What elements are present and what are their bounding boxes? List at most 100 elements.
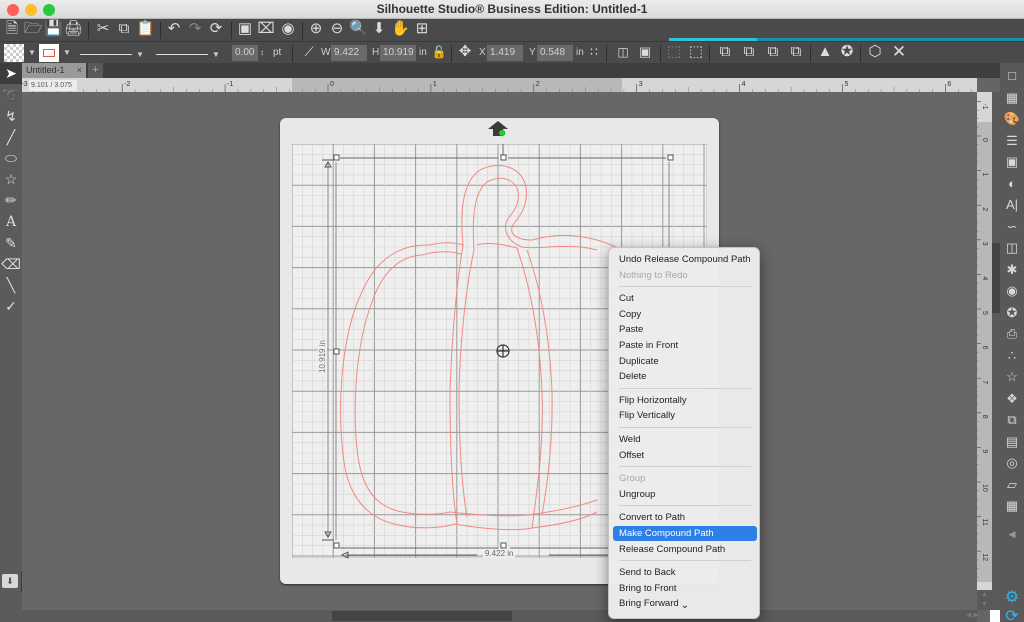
menu-item-bring-to-front[interactable]: Bring to Front <box>613 581 757 596</box>
offset-star-icon[interactable]: ✪ <box>838 42 856 62</box>
center-to-page-icon[interactable]: ▣ <box>636 42 654 62</box>
menu-item-paste-in-front[interactable]: Paste in Front <box>613 338 757 353</box>
modify-icon[interactable]: ◉ <box>1002 280 1022 302</box>
save-icon[interactable]: 💾 <box>44 19 63 39</box>
grid-panel-icon[interactable]: ◎ <box>1002 452 1022 474</box>
width-field[interactable]: 9.422 <box>331 45 367 61</box>
zoom-out-icon[interactable]: ⊖ <box>328 19 346 39</box>
ungroup-icon[interactable]: ⬚ <box>687 42 705 62</box>
ruler-scroll-arrows[interactable]: ▲ ▼ <box>977 590 992 610</box>
replicate-icon[interactable]: ✱ <box>1002 259 1022 281</box>
send-backward-icon[interactable]: ⧉ <box>787 42 805 62</box>
line-size-icon[interactable]: ⟋ <box>300 42 318 62</box>
horizontal-scroll-arrows[interactable]: ◀ ▶ <box>966 610 988 622</box>
align-icon[interactable]: ◫ <box>1002 237 1022 259</box>
vertical-scrollbar[interactable] <box>992 92 1000 610</box>
add-tab-button[interactable]: + <box>88 63 103 78</box>
menu-item-weld[interactable]: Weld <box>613 432 757 447</box>
nesting-icon[interactable]: ▱ <box>1002 474 1022 496</box>
cutter-tool-icon[interactable]: ╲ <box>0 275 22 296</box>
chevron-down-icon[interactable]: ▼ <box>28 44 36 62</box>
menu-item-make-compound-path[interactable]: Make Compound Path <box>613 526 757 541</box>
delete-x-icon[interactable]: ✕ <box>890 42 908 62</box>
align-icon[interactable]: ◫ <box>614 42 632 62</box>
select-arrow-icon[interactable]: ➤ <box>0 63 22 84</box>
bring-forward-icon[interactable]: ⧉ <box>764 42 782 62</box>
ellipse-icon[interactable]: ⬭ <box>0 148 22 169</box>
pan-hand-icon[interactable]: ✋ <box>391 19 410 39</box>
menu-item-ungroup[interactable]: Ungroup <box>613 487 757 502</box>
shadow-icon[interactable]: ▣ <box>1002 151 1022 173</box>
menu-scroll-down-icon[interactable]: ⌄ <box>609 600 759 611</box>
puzzle-icon[interactable]: ❖ <box>1002 388 1022 410</box>
menu-item-release-compound-path[interactable]: Release Compound Path <box>613 542 757 557</box>
menu-item-flip-vertically[interactable]: Flip Vertically <box>613 408 757 423</box>
pencil-icon[interactable]: ✏ <box>0 190 22 211</box>
menu-item-send-to-back[interactable]: Send to Back <box>613 565 757 580</box>
menu-item-duplicate[interactable]: Duplicate <box>613 354 757 369</box>
image-effects-icon[interactable]: ⎙ <box>1002 323 1022 345</box>
reference-point-icon[interactable]: ∷ <box>585 42 603 62</box>
move-icon[interactable]: ✥ <box>456 42 474 62</box>
warp-icon[interactable]: ▦ <box>1002 495 1022 517</box>
select-all-icon[interactable]: ▣ <box>236 19 254 39</box>
open-folder-icon[interactable]: 🗁 <box>24 19 43 39</box>
rhinestone-icon[interactable]: ✪ <box>1002 302 1022 324</box>
weld-icon[interactable]: ▲ <box>816 42 834 62</box>
fill-color-swatch[interactable] <box>4 44 24 62</box>
x-position-field[interactable]: 1.419 <box>487 45 523 61</box>
menu-item-delete[interactable]: Delete <box>613 369 757 384</box>
document-tab[interactable]: Untitled-1 × <box>22 63 86 78</box>
line-width-field[interactable]: 0.00 <box>232 45 258 61</box>
vertical-scrollbar-thumb[interactable] <box>992 243 1000 313</box>
chevron-down-icon[interactable]: ▼ <box>63 44 71 62</box>
pan-down-icon[interactable]: ⬇ <box>370 19 388 39</box>
bezier-icon[interactable]: ↯ <box>0 106 22 127</box>
lock-aspect-icon[interactable]: 🔓 <box>430 42 448 62</box>
hatch-icon[interactable]: ▤ <box>1002 431 1022 453</box>
design-canvas[interactable]: 10.919 in 9.422 in <box>22 92 977 610</box>
text-style-icon[interactable]: A| <box>1002 194 1022 216</box>
paste-icon[interactable]: 📋 <box>136 19 155 39</box>
star-polygon-icon[interactable]: ☆ <box>0 169 22 190</box>
eyedropper-icon[interactable]: ✓ <box>0 296 22 317</box>
line-join-select[interactable]: ▼ <box>152 44 220 62</box>
point-edit-icon[interactable]: ➰ <box>0 85 22 106</box>
y-position-field[interactable]: 0.548 <box>537 45 573 61</box>
eraser-icon[interactable]: ⌫ <box>0 254 22 275</box>
deselect-icon[interactable]: ⌧ <box>257 19 275 39</box>
line-width-stepper[interactable]: ↕ <box>260 45 264 61</box>
menu-item-undo-release-compound-path[interactable]: Undo Release Compound Path <box>613 252 757 267</box>
redo-icon[interactable]: ↷ <box>186 19 204 39</box>
menu-item-offset[interactable]: Offset <box>613 448 757 463</box>
offset-icon[interactable]: ☆ <box>1002 366 1022 388</box>
bring-to-front-icon[interactable]: ⧉ <box>716 42 734 62</box>
layers-icon[interactable]: ⧉ <box>1002 409 1022 431</box>
page-setup-icon[interactable]: □ <box>1002 65 1022 87</box>
cut-icon[interactable]: ✂ <box>94 19 112 39</box>
zoom-in-icon[interactable]: ⊕ <box>307 19 325 39</box>
send-to-back-icon[interactable]: ⧉ <box>740 42 758 62</box>
new-document-icon[interactable]: 🗎 <box>3 19 21 39</box>
zoom-selection-icon[interactable]: 🔍 <box>349 19 368 39</box>
knife-icon[interactable]: ✎ <box>0 233 22 254</box>
trace-icon[interactable]: ∴ <box>1002 345 1022 367</box>
line-icon[interactable]: ╱ <box>0 127 22 148</box>
undo-icon[interactable]: ↶ <box>165 19 183 39</box>
redraw-icon[interactable]: ⟳ <box>207 19 225 39</box>
line-style-select[interactable]: ▼ <box>76 44 144 62</box>
close-tab-icon[interactable]: × <box>77 63 82 78</box>
menu-item-flip-horizontally[interactable]: Flip Horizontally <box>613 393 757 408</box>
copy-icon[interactable]: ⧉ <box>115 19 133 39</box>
line-color-swatch[interactable] <box>39 44 59 62</box>
collapse-arrow-icon[interactable]: ◀ <box>1002 523 1022 545</box>
fit-to-page-icon[interactable]: ⊞ <box>413 19 431 39</box>
transparency-icon[interactable]: ◐ <box>1002 173 1022 195</box>
sync-icon[interactable]: ⟳ <box>1002 606 1022 622</box>
group-icon[interactable]: ⬚ <box>665 42 683 62</box>
3d-boxes-icon[interactable]: ⬡ <box>866 42 884 62</box>
pixscan-icon[interactable]: ▦ <box>1002 87 1022 109</box>
line-style-icon[interactable]: ☰ <box>1002 130 1022 152</box>
text-icon[interactable]: A <box>0 212 22 233</box>
menu-item-cut[interactable]: Cut <box>613 291 757 306</box>
